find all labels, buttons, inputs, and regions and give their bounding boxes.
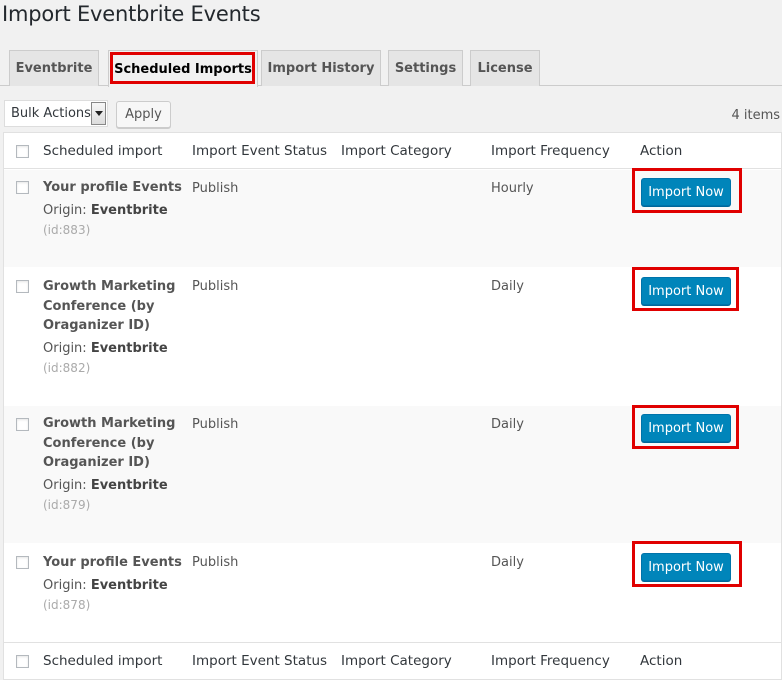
tab-scheduled-imports[interactable]: Scheduled Imports bbox=[108, 50, 258, 87]
page-title: Import Eventbrite Events bbox=[2, 2, 261, 26]
table-row: Growth Marketing Conference (by Oraganiz… bbox=[4, 267, 781, 406]
row-checkbox[interactable] bbox=[16, 181, 29, 194]
row-status: Publish bbox=[192, 279, 239, 294]
row-origin: Origin: Eventbrite bbox=[43, 341, 168, 356]
row-title-line-2[interactable]: Conference (by bbox=[43, 297, 154, 317]
footer-column-import-frequency[interactable]: Import Frequency bbox=[491, 653, 610, 669]
row-frequency: Daily bbox=[491, 555, 524, 570]
row-frequency: Hourly bbox=[491, 181, 534, 196]
row-status: Publish bbox=[192, 555, 239, 570]
tab-eventbrite[interactable]: Eventbrite bbox=[9, 50, 99, 86]
footer-column-scheduled-import[interactable]: Scheduled import bbox=[43, 653, 162, 669]
row-status: Publish bbox=[192, 181, 239, 196]
column-scheduled-import[interactable]: Scheduled import bbox=[43, 143, 162, 159]
row-origin: Origin: Eventbrite bbox=[43, 203, 168, 218]
row-title-line-1[interactable]: Growth Marketing bbox=[43, 414, 175, 434]
row-title-line-2[interactable]: Conference (by bbox=[43, 434, 154, 454]
row-frequency: Daily bbox=[491, 279, 524, 294]
row-checkbox[interactable] bbox=[16, 556, 29, 569]
footer-column-import-event-status[interactable]: Import Event Status bbox=[192, 653, 327, 669]
row-origin: Origin: Eventbrite bbox=[43, 578, 168, 593]
column-import-frequency[interactable]: Import Frequency bbox=[491, 143, 610, 159]
tab-import-history[interactable]: Import History bbox=[261, 50, 381, 86]
footer-column-action: Action bbox=[640, 653, 683, 669]
row-id: (id:883) bbox=[43, 223, 91, 237]
scheduled-imports-table: Scheduled import Import Event Status Imp… bbox=[3, 132, 782, 680]
row-status: Publish bbox=[192, 417, 239, 432]
row-title[interactable]: Your profile Events bbox=[43, 553, 182, 573]
row-id: (id:879) bbox=[43, 498, 91, 512]
chevron-down-icon bbox=[91, 102, 106, 125]
table-header: Scheduled import Import Event Status Imp… bbox=[4, 133, 781, 169]
row-checkbox[interactable] bbox=[16, 280, 29, 293]
row-frequency: Daily bbox=[491, 417, 524, 432]
row-title-line-3[interactable]: Oraganizer ID) bbox=[43, 453, 150, 473]
tab-license[interactable]: License bbox=[470, 50, 540, 86]
items-count: 4 items bbox=[731, 108, 780, 123]
import-now-button[interactable]: Import Now bbox=[641, 277, 731, 305]
select-all-checkbox[interactable] bbox=[16, 145, 29, 158]
row-id: (id:882) bbox=[43, 361, 91, 375]
table-footer: Scheduled import Import Event Status Imp… bbox=[4, 642, 781, 678]
row-checkbox[interactable] bbox=[16, 418, 29, 431]
import-now-button[interactable]: Import Now bbox=[641, 414, 731, 442]
bulk-actions-select[interactable]: Bulk Actions bbox=[4, 100, 108, 127]
table-row: Your profile Events Origin: Eventbrite (… bbox=[4, 170, 781, 267]
import-now-button[interactable]: Import Now bbox=[641, 178, 731, 206]
import-now-button[interactable]: Import Now bbox=[641, 553, 731, 581]
footer-column-import-category[interactable]: Import Category bbox=[341, 653, 452, 669]
table-row: Your profile Events Origin: Eventbrite (… bbox=[4, 543, 781, 642]
select-all-checkbox-footer[interactable] bbox=[16, 655, 29, 668]
bulk-actions-label: Bulk Actions bbox=[11, 106, 91, 121]
row-id: (id:878) bbox=[43, 598, 91, 612]
row-title[interactable]: Your profile Events bbox=[43, 178, 182, 198]
apply-button[interactable]: Apply bbox=[116, 101, 171, 128]
tab-settings[interactable]: Settings bbox=[388, 50, 463, 86]
column-import-category[interactable]: Import Category bbox=[341, 143, 452, 159]
column-action: Action bbox=[640, 143, 683, 159]
row-title-line-1[interactable]: Growth Marketing bbox=[43, 277, 175, 297]
table-row: Growth Marketing Conference (by Oraganiz… bbox=[4, 406, 781, 543]
row-title-line-3[interactable]: Oraganizer ID) bbox=[43, 316, 150, 336]
row-origin: Origin: Eventbrite bbox=[43, 478, 168, 493]
column-import-event-status[interactable]: Import Event Status bbox=[192, 143, 327, 159]
